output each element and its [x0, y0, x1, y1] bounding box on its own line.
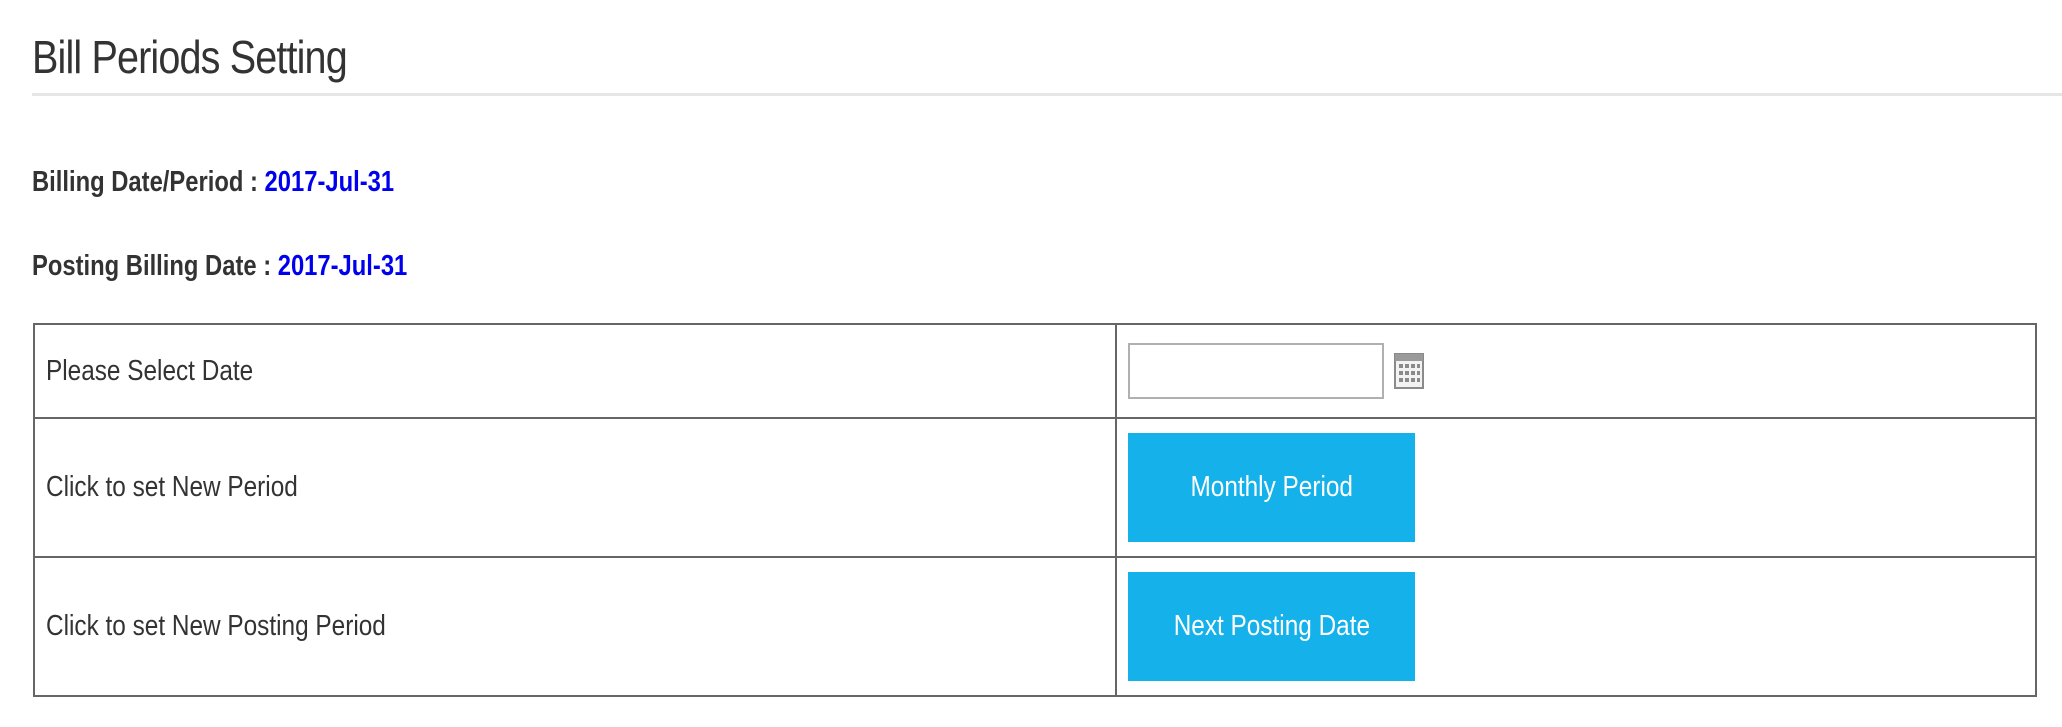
select-date-label-cell: Please Select Date — [33, 323, 1117, 419]
posting-date-line: Posting Billing Date : 2017-Jul-31 — [32, 250, 407, 283]
monthly-period-button-label: Monthly Period — [1190, 471, 1353, 503]
new-posting-period-label: Click to set New Posting Period — [46, 610, 386, 642]
date-picker — [1128, 343, 2035, 399]
posting-date-label: Posting Billing Date : — [32, 250, 278, 282]
billing-date-line: Billing Date/Period : 2017-Jul-31 — [32, 166, 394, 199]
select-date-label: Please Select Date — [46, 354, 254, 387]
next-posting-date-button-label: Next Posting Date — [1173, 610, 1370, 642]
table-row: Click to set New Period Monthly Period — [33, 417, 2037, 558]
page-title: Bill Periods Setting — [32, 31, 348, 83]
date-input[interactable] — [1128, 343, 1384, 399]
new-posting-period-control-cell: Next Posting Date — [1115, 556, 2037, 697]
new-period-control-cell: Monthly Period — [1115, 417, 2037, 558]
settings-table: Please Select Date Click to set New Peri… — [33, 323, 2037, 697]
next-posting-date-button[interactable]: Next Posting Date — [1128, 572, 1415, 681]
calendar-icon[interactable] — [1394, 352, 1424, 390]
new-posting-period-label-cell: Click to set New Posting Period — [33, 556, 1117, 697]
select-date-control-cell — [1115, 323, 2037, 419]
posting-date-value: 2017-Jul-31 — [277, 250, 408, 282]
billing-date-value: 2017-Jul-31 — [264, 166, 395, 198]
table-row: Please Select Date — [33, 323, 2037, 419]
new-period-label: Click to set New Period — [46, 471, 298, 503]
page-header: Bill Periods Setting — [32, 34, 2062, 96]
table-row: Click to set New Posting Period Next Pos… — [33, 556, 2037, 697]
new-period-label-cell: Click to set New Period — [33, 417, 1117, 558]
billing-date-label: Billing Date/Period : — [32, 166, 265, 198]
monthly-period-button[interactable]: Monthly Period — [1128, 433, 1415, 542]
